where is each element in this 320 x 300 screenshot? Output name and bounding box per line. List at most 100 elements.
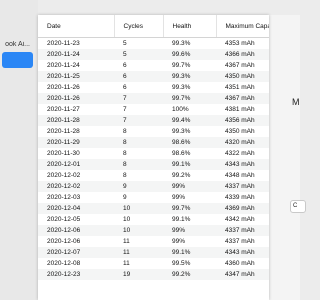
- cell-date: 2020-12-08: [47, 260, 81, 267]
- table-row[interactable]: 2020-12-02 8 99.2% 4348 mAh: [38, 170, 269, 181]
- cell-cycles: 9: [114, 181, 163, 192]
- cell-date: 2020-11-28: [38, 115, 114, 126]
- sidebar-device-title[interactable]: ook Ai...: [0, 41, 30, 48]
- table-row[interactable]: 2020-11-27 7 100% 4381 mAh: [38, 104, 269, 115]
- cell-date: 2020-12-23: [38, 269, 114, 280]
- cell-capacity: 4337 mAh: [216, 181, 269, 192]
- table-row[interactable]: 2020-12-06 10 99% 4337 mAh: [38, 225, 269, 236]
- battery-history-sheet: Date Cycles Health Maximum Capacity 2020…: [38, 15, 269, 300]
- table-row[interactable]: 2020-11-26 7 99.7% 4367 mAh: [38, 93, 269, 104]
- cell-capacity: 4351 mAh: [225, 84, 255, 91]
- column-header-cycles[interactable]: Cycles: [114, 15, 164, 38]
- cell-health: 99.1%: [172, 216, 191, 223]
- table-row[interactable]: 2020-12-23 19 99.2% 4347 mAh: [38, 269, 269, 280]
- cell-cycles: 8: [123, 172, 127, 179]
- cell-health: 99.7%: [163, 203, 216, 214]
- battery-history-table: Date Cycles Health Maximum Capacity 2020…: [38, 15, 269, 280]
- cell-health: 99.2%: [172, 172, 191, 179]
- table-row[interactable]: 2020-11-28 7 99.4% 4356 mAh: [38, 115, 269, 126]
- cell-health: 99.4%: [163, 115, 216, 126]
- table-row[interactable]: 2020-12-06 11 99% 4337 mAh: [38, 236, 269, 247]
- cell-cycles: 5: [123, 40, 127, 47]
- cell-cycles: 5: [114, 49, 163, 60]
- cell-cycles: 9: [123, 194, 127, 201]
- cell-health: 99%: [172, 238, 186, 245]
- cell-health: 99.3%: [163, 71, 216, 82]
- table-row[interactable]: 2020-11-24 5 99.6% 4366 mAh: [38, 49, 269, 60]
- cell-capacity: 4360 mAh: [225, 260, 255, 267]
- column-header-maximum-capacity[interactable]: Maximum Capacity: [216, 15, 269, 38]
- cell-capacity: 4350 mAh: [225, 128, 255, 135]
- cell-date: 2020-11-28: [47, 128, 80, 135]
- cell-capacity: 4339 mAh: [225, 194, 255, 201]
- cell-health: 99.7%: [163, 93, 216, 104]
- cell-date: 2020-11-26: [47, 84, 80, 91]
- table-row[interactable]: 2020-12-02 9 99% 4337 mAh: [38, 181, 269, 192]
- cell-health: 99.1%: [163, 159, 216, 170]
- table-row[interactable]: 2020-11-28 8 99.3% 4350 mAh: [38, 126, 269, 137]
- cell-health: 98.6%: [172, 150, 191, 157]
- table-row[interactable]: 2020-12-07 11 99.1% 4343 mAh: [38, 247, 269, 258]
- table-row[interactable]: 2020-11-26 6 99.3% 4351 mAh: [38, 82, 269, 93]
- cell-cycles: 19: [114, 269, 163, 280]
- cell-cycles: 6: [123, 84, 127, 91]
- table-row[interactable]: 2020-12-08 11 99.5% 4360 mAh: [38, 258, 269, 269]
- table-row[interactable]: 2020-12-01 8 99.1% 4343 mAh: [38, 159, 269, 170]
- cell-date: 2020-11-30: [47, 150, 80, 157]
- cell-capacity: 4367 mAh: [216, 93, 269, 104]
- cell-cycles: 8: [123, 128, 127, 135]
- sidebar: ook Ai...: [0, 0, 38, 300]
- column-header-health[interactable]: Health: [163, 15, 217, 38]
- cell-cycles: 11: [114, 247, 163, 258]
- column-header-date[interactable]: Date: [38, 15, 115, 38]
- cell-capacity: 4366 mAh: [216, 49, 269, 60]
- cell-cycles: 8: [114, 137, 163, 148]
- cell-date: 2020-11-29: [38, 137, 114, 148]
- cell-cycles: 11: [123, 260, 130, 267]
- cell-capacity: 4337 mAh: [225, 238, 255, 245]
- table-body: 2020-11-23 5 99.3% 4353 mAh 2020-11-24 5 99.6%…: [38, 38, 269, 280]
- cell-date: 2020-12-07: [38, 247, 114, 258]
- sidebar-selected-item[interactable]: [2, 52, 33, 68]
- cell-capacity: 4356 mAh: [216, 115, 269, 126]
- cell-health: 99.3%: [172, 128, 191, 135]
- table-row[interactable]: 2020-11-30 8 98.6% 4322 mAh: [38, 148, 269, 159]
- cell-date: 2020-12-06: [38, 225, 114, 236]
- cell-cycles: 10: [114, 203, 163, 214]
- cell-health: 100%: [172, 106, 189, 113]
- cell-date: 2020-11-27: [47, 106, 80, 113]
- cell-date: 2020-11-24: [47, 62, 80, 69]
- cell-cycles: 10: [114, 225, 163, 236]
- cell-capacity: 4348 mAh: [225, 172, 255, 179]
- cell-capacity: 4381 mAh: [225, 106, 255, 113]
- cell-health: 99.6%: [163, 49, 216, 60]
- table-row[interactable]: 2020-12-04 10 99.7% 4369 mAh: [38, 203, 269, 214]
- cell-cycles: 6: [123, 62, 127, 69]
- cell-date: 2020-12-05: [47, 216, 81, 223]
- right-button[interactable]: C: [290, 200, 306, 213]
- cell-date: 2020-12-01: [38, 159, 114, 170]
- cell-cycles: 8: [114, 159, 163, 170]
- cell-date: 2020-11-25: [38, 71, 114, 82]
- cell-date: 2020-12-04: [38, 203, 114, 214]
- right-pane: M C: [269, 0, 306, 300]
- cell-capacity: 4322 mAh: [225, 150, 255, 157]
- table-row[interactable]: 2020-11-29 8 98.6% 4320 mAh: [38, 137, 269, 148]
- cell-cycles: 7: [114, 115, 163, 126]
- cell-capacity: 4342 mAh: [225, 216, 255, 223]
- table-row[interactable]: 2020-11-24 6 99.7% 4367 mAh: [38, 60, 269, 71]
- cell-health: 99.2%: [163, 269, 216, 280]
- table-row[interactable]: 2020-12-05 10 99.1% 4342 mAh: [38, 214, 269, 225]
- cell-capacity: 4347 mAh: [216, 269, 269, 280]
- table-row[interactable]: 2020-11-23 5 99.3% 4353 mAh: [38, 38, 269, 50]
- right-heading: M: [292, 97, 300, 107]
- table-row[interactable]: 2020-12-03 9 99% 4339 mAh: [38, 192, 269, 203]
- right-pane-body: [269, 15, 300, 300]
- cell-capacity: 4350 mAh: [216, 71, 269, 82]
- cell-health: 99%: [163, 181, 216, 192]
- cell-capacity: 4337 mAh: [216, 225, 269, 236]
- cell-capacity: 4320 mAh: [216, 137, 269, 148]
- table-row[interactable]: 2020-11-25 6 99.3% 4350 mAh: [38, 71, 269, 82]
- cell-date: 2020-11-26: [38, 93, 114, 104]
- cell-health: 99.3%: [172, 84, 191, 91]
